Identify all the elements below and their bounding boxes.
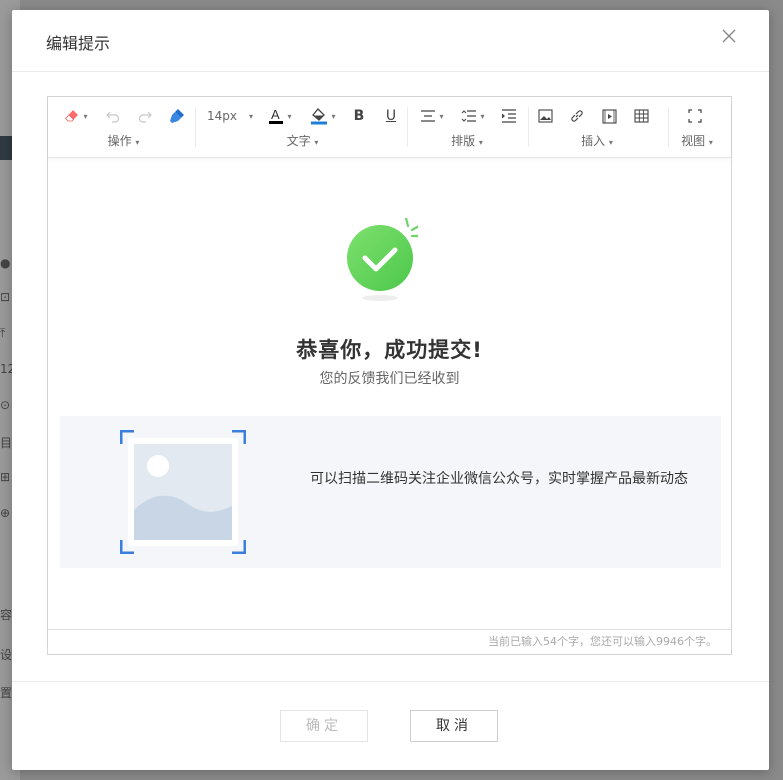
toolbar-label-operation[interactable]: 操作 ▾ — [56, 132, 191, 149]
toolbar-group-text: 14px ▾ A ▾ ▾ B U 文字 ▾ — [200, 97, 405, 157]
editor-content[interactable]: 恭喜你，成功提交! 您的反馈我们已经收到 可以扫描二维码关注企业微信公众号，实时… — [48, 158, 731, 630]
redo-button[interactable] — [134, 105, 156, 127]
format-brush-button[interactable] — [166, 105, 188, 127]
link-icon — [571, 110, 583, 122]
fullscreen-icon — [688, 109, 702, 123]
cancel-button[interactable]: 取消 — [410, 710, 498, 742]
close-button[interactable] — [719, 26, 739, 46]
bold-button[interactable]: B — [348, 105, 370, 127]
redo-icon — [138, 111, 152, 123]
video-icon — [601, 108, 617, 124]
undo-icon — [106, 111, 120, 123]
qr-image-frame[interactable] — [119, 429, 247, 555]
dialog-title: 编辑提示 — [46, 34, 111, 53]
toolbar-group-view: 视图 ▾ — [672, 97, 722, 157]
toolbar-label-insert[interactable]: 插入 ▾ — [532, 132, 662, 149]
toolbar-group-insert: 插入 ▾ — [532, 97, 662, 157]
insert-video-button[interactable] — [598, 105, 620, 127]
toolbar-divider — [668, 107, 669, 147]
check-circle-icon — [347, 216, 422, 301]
rich-text-editor: ▾ 操作 ▾ 14px ▾ A ▾ ▾ B U 文字 ▾ ▾ ▾ 排版 ▾ 插入… — [47, 96, 732, 655]
eraser-icon — [65, 110, 79, 122]
font-size-select[interactable]: 14px ▾ — [202, 105, 258, 127]
insert-image-button[interactable] — [534, 105, 556, 127]
dialog-footer: 确定 取消 — [12, 681, 769, 770]
toolbar-divider — [407, 107, 408, 147]
toolbar-group-operation: ▾ 操作 ▾ — [56, 97, 191, 157]
align-icon — [421, 110, 436, 122]
format-brush-icon — [170, 109, 184, 123]
toolbar-label-text[interactable]: 文字 ▾ — [200, 132, 405, 149]
indent-icon — [502, 109, 516, 123]
background-strip — [0, 136, 12, 160]
underline-icon: U — [385, 108, 397, 124]
success-subline: 您的反馈我们已经收到 — [319, 371, 460, 387]
image-placeholder-icon — [119, 429, 247, 555]
undo-button[interactable] — [102, 105, 124, 127]
line-height-icon — [462, 110, 477, 122]
fullscreen-button[interactable] — [684, 105, 706, 127]
image-icon — [537, 109, 553, 123]
edit-dialog: 编辑提示 ▾ 操作 ▾ 14px ▾ A ▾ ▾ B U 文字 ▾ ▾ ▾ 排版… — [12, 10, 769, 770]
qr-description: 可以扫描二维码关注企业微信公众号，实时掌握产品最新动态 — [310, 471, 688, 487]
toolbar-divider — [195, 107, 196, 147]
table-icon — [633, 109, 649, 123]
bold-icon: B — [353, 108, 365, 124]
toolbar-group-layout: ▾ ▾ 排版 ▾ — [412, 97, 522, 157]
svg-text:A: A — [271, 107, 280, 122]
insert-table-button[interactable] — [630, 105, 652, 127]
dialog-header: 编辑提示 — [12, 10, 769, 72]
confirm-button[interactable]: 确定 — [280, 710, 368, 742]
underline-button[interactable]: U — [380, 105, 402, 127]
font-color-icon: A — [269, 107, 284, 124]
qr-code-panel: 可以扫描二维码关注企业微信公众号，实时掌握产品最新动态 — [60, 416, 721, 568]
close-icon — [722, 29, 736, 43]
toolbar-label-layout[interactable]: 排版 ▾ — [412, 132, 522, 149]
editor-toolbar: ▾ 操作 ▾ 14px ▾ A ▾ ▾ B U 文字 ▾ ▾ ▾ 排版 ▾ 插入… — [48, 97, 731, 158]
success-headline: 恭喜你，成功提交! — [296, 338, 483, 362]
insert-link-button[interactable] — [566, 105, 588, 127]
toolbar-label-view[interactable]: 视图 ▾ — [672, 132, 722, 149]
background-color-icon — [311, 108, 328, 125]
success-graphic — [338, 216, 422, 308]
font-size-value: 14px — [206, 109, 237, 123]
word-count-status: 当前已输入54个字，您还可以输入9946个字。 — [48, 629, 731, 654]
font-color-button[interactable]: A ▾ — [264, 105, 296, 127]
background-color-button[interactable]: ▾ — [306, 105, 340, 127]
align-button[interactable]: ▾ — [416, 105, 448, 127]
toolbar-divider — [528, 107, 529, 147]
indent-button[interactable] — [498, 105, 520, 127]
line-height-button[interactable]: ▾ — [456, 105, 490, 127]
eraser-button[interactable]: ▾ — [60, 105, 92, 127]
